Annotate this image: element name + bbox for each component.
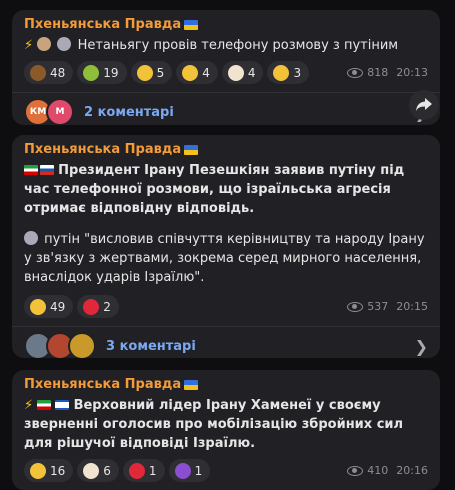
share-button[interactable] (409, 90, 439, 120)
message-card: Пхеньянська Правда Президент Ірану Пезеш… (12, 135, 440, 358)
share-arrow-icon (416, 98, 432, 111)
clown-face-emoji-icon (227, 64, 244, 81)
ukraine-flag-icon (184, 20, 199, 30)
reaction-rofl[interactable]: 3 (267, 61, 310, 84)
reaction-poop[interactable]: 48 (24, 61, 74, 84)
iran-flag-icon (37, 400, 52, 410)
nauseated-face-emoji-icon (83, 64, 100, 81)
reactions-row: 16 6 1 1 410 20:16 (24, 459, 428, 482)
ukraine-flag-icon (184, 380, 199, 390)
message-text: Президент Ірану Пезешкіян заявив путіну … (24, 163, 405, 216)
poop-emoji-icon (30, 64, 46, 81)
heart-emoji-icon (83, 298, 100, 315)
views-count: 818 (367, 66, 389, 79)
clown-face-emoji-icon (83, 462, 100, 479)
message-text: ⚡ Нетаньягу провів телефону розмову з пу… (24, 37, 399, 53)
portrait-icon (57, 37, 72, 51)
reaction-rofl[interactable]: 49 (24, 295, 74, 318)
iran-flag-icon (24, 165, 38, 175)
portrait-icon (37, 37, 52, 51)
rofl-emoji-icon (273, 64, 290, 81)
reactions-row: 48 19 5 4 4 3 818 20:13 (24, 61, 428, 84)
smiling-devil-emoji-icon (174, 462, 191, 479)
lightning-icon: ⚡ (24, 398, 34, 413)
reaction-devil[interactable]: 1 (168, 459, 211, 482)
thumbs-down-emoji-icon (136, 64, 153, 81)
message-card: Пхеньянська Правда ⚡ Верховний лідер Іра… (12, 370, 440, 490)
comments-link[interactable]: 3 коментарі ❯ (12, 326, 440, 358)
message-time: 20:16 (396, 464, 428, 477)
israel-flag-icon (55, 400, 70, 410)
channel-name[interactable]: Пхеньянська Правда (24, 141, 428, 159)
russia-flag-icon (40, 165, 54, 175)
chevron-right-icon: ❯ (414, 336, 428, 356)
comments-link[interactable]: КМ M 2 коментарі ❯ (12, 92, 440, 125)
reaction-clown[interactable]: 6 (77, 459, 119, 482)
message-quote: путін "висловив співчуття керівництву та… (24, 231, 425, 285)
comments-label: 3 коментарі (106, 338, 196, 354)
comments-label: 2 коментарі (84, 104, 174, 120)
views-count: 410 (367, 464, 389, 477)
avatar (68, 332, 96, 358)
commenter-avatars: КМ M (24, 98, 74, 125)
reaction-heart[interactable]: 2 (77, 295, 119, 318)
lightning-icon: ⚡ (24, 38, 34, 53)
reaction-hundred[interactable]: 1 (122, 459, 165, 482)
views-icon (347, 67, 364, 78)
hundred-points-emoji-icon (128, 462, 145, 479)
rofl-emoji-icon (30, 298, 46, 315)
views-icon (347, 301, 364, 312)
reaction-thumbs-down[interactable]: 5 (130, 61, 173, 84)
message-time: 20:13 (396, 66, 428, 79)
commenter-avatars (24, 332, 96, 358)
message-time: 20:15 (396, 300, 428, 313)
channel-name[interactable]: Пхеньянська Правда (24, 376, 428, 394)
rofl-emoji-icon (30, 462, 46, 479)
portrait-icon (24, 231, 38, 245)
views-count: 537 (367, 300, 389, 313)
grinning-face-emoji-icon (182, 64, 199, 81)
reactions-row: 49 2 537 20:15 (24, 295, 428, 318)
message-meta: 537 20:15 (347, 300, 428, 313)
reaction-nauseated[interactable]: 19 (77, 61, 127, 84)
reaction-grinning[interactable]: 4 (176, 61, 218, 84)
message-meta: 818 20:13 (347, 66, 428, 79)
reaction-rofl[interactable]: 16 (24, 459, 74, 482)
reaction-clown[interactable]: 4 (221, 61, 264, 84)
avatar: M (46, 98, 74, 125)
channel-name[interactable]: Пхеньянська Правда (24, 16, 428, 34)
views-icon (347, 465, 364, 476)
message-text: ⚡ Верховний лідер Ірану Хаменеї у своєму… (24, 398, 404, 451)
message-meta: 410 20:16 (347, 464, 428, 477)
ukraine-flag-icon (184, 145, 199, 155)
message-card: Пхеньянська Правда ⚡ Нетаньягу провів те… (12, 10, 440, 125)
